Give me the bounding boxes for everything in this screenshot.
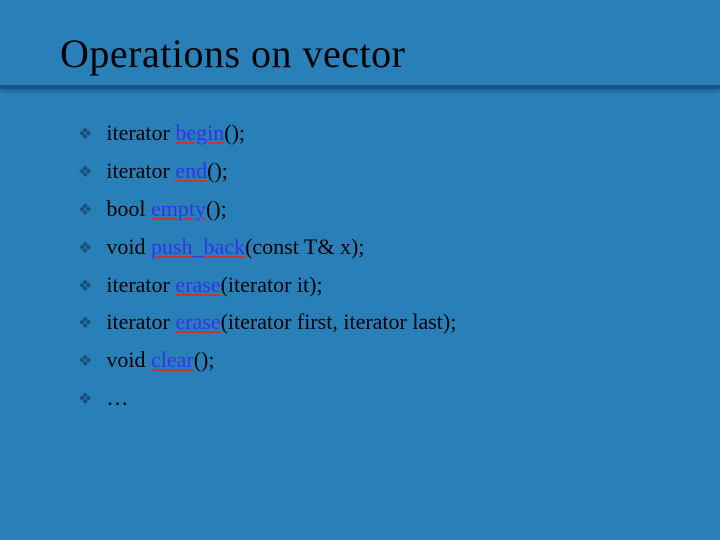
item-suffix: (); xyxy=(206,196,227,221)
item-keyword: erase xyxy=(175,309,220,334)
item-suffix: (iterator it); xyxy=(221,272,323,297)
item-text: … xyxy=(106,382,128,414)
list-item: ❖ iterator begin(); xyxy=(78,117,670,149)
item-text: iterator erase(iterator first, iterator … xyxy=(106,306,456,338)
item-suffix: (iterator first, iterator last); xyxy=(221,309,457,334)
diamond-bullet-icon: ❖ xyxy=(78,275,92,298)
list-item: ❖ void clear(); xyxy=(78,344,670,376)
item-prefix: iterator xyxy=(106,158,175,183)
item-keyword: push_back xyxy=(151,234,245,259)
item-prefix: … xyxy=(106,385,128,410)
list-item: ❖ iterator erase(iterator it); xyxy=(78,269,670,301)
item-keyword: empty xyxy=(151,196,206,221)
item-text: iterator erase(iterator it); xyxy=(106,269,322,301)
item-suffix: (); xyxy=(194,347,215,372)
item-keyword: erase xyxy=(175,272,220,297)
diamond-bullet-icon: ❖ xyxy=(78,199,92,222)
list-item: ❖ … xyxy=(78,382,670,414)
slide-title: Operations on vector xyxy=(60,30,670,77)
item-prefix: iterator xyxy=(106,120,175,145)
diamond-bullet-icon: ❖ xyxy=(78,350,92,373)
list-item: ❖ bool empty(); xyxy=(78,193,670,225)
item-keyword: end xyxy=(175,158,207,183)
diamond-bullet-icon: ❖ xyxy=(78,312,92,335)
slide: Operations on vector ❖ iterator begin();… xyxy=(0,0,720,414)
item-prefix: void xyxy=(106,347,151,372)
item-text: bool empty(); xyxy=(106,193,226,225)
title-underline xyxy=(0,85,720,89)
item-prefix: void xyxy=(106,234,151,259)
list-item: ❖ iterator erase(iterator first, iterato… xyxy=(78,306,670,338)
item-suffix: (const T& x); xyxy=(245,234,364,259)
list-item: ❖ void push_back(const T& x); xyxy=(78,231,670,263)
list-item: ❖ iterator end(); xyxy=(78,155,670,187)
diamond-bullet-icon: ❖ xyxy=(78,161,92,184)
item-keyword: clear xyxy=(151,347,194,372)
item-suffix: (); xyxy=(207,158,228,183)
item-text: void clear(); xyxy=(106,344,214,376)
item-prefix: bool xyxy=(106,196,151,221)
item-prefix: iterator xyxy=(106,272,175,297)
item-text: void push_back(const T& x); xyxy=(106,231,364,263)
item-keyword: begin xyxy=(175,120,224,145)
bullet-list: ❖ iterator begin(); ❖ iterator end(); ❖ … xyxy=(78,117,670,414)
item-text: iterator begin(); xyxy=(106,117,245,149)
diamond-bullet-icon: ❖ xyxy=(78,237,92,260)
item-prefix: iterator xyxy=(106,309,175,334)
diamond-bullet-icon: ❖ xyxy=(78,123,92,146)
diamond-bullet-icon: ❖ xyxy=(78,388,92,411)
item-text: iterator end(); xyxy=(106,155,228,187)
item-suffix: (); xyxy=(224,120,245,145)
